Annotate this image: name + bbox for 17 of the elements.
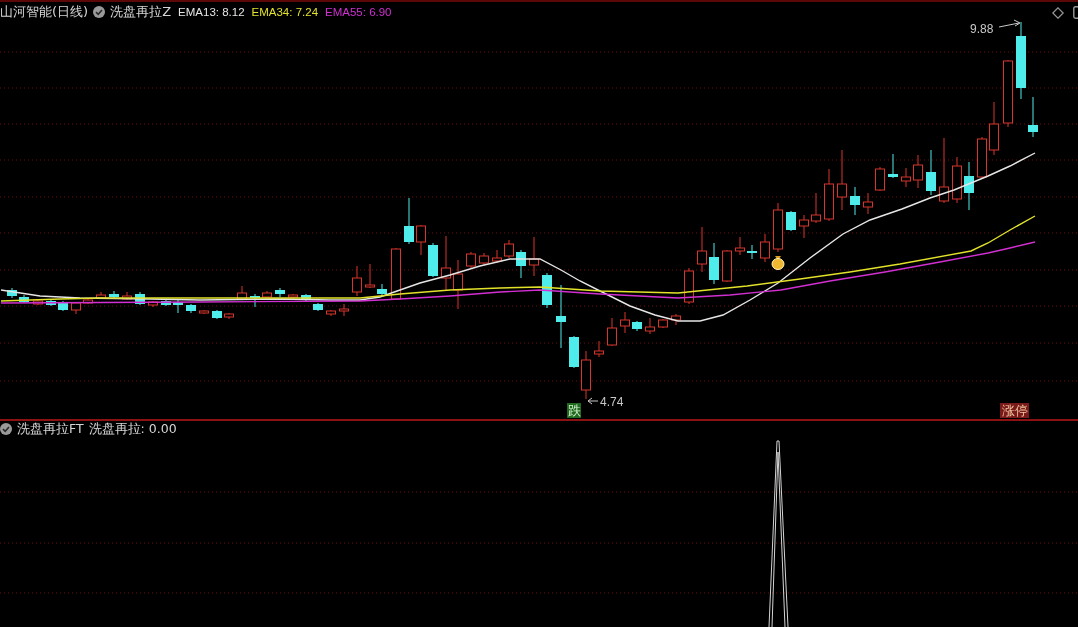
check-circle-icon[interactable] bbox=[93, 6, 106, 18]
indicator-reading: EMA55: 6.90 bbox=[325, 5, 392, 20]
diamond-icon[interactable] bbox=[1052, 6, 1064, 19]
fall-signal-badge: 跌 bbox=[567, 403, 581, 418]
indicator-name: 洗盘再拉FT bbox=[17, 420, 84, 438]
limit-up-badge: 涨停 bbox=[1000, 403, 1029, 418]
indicator-reading: 洗盘再拉: 0.00 bbox=[88, 420, 177, 438]
money-bag-icon bbox=[771, 256, 785, 270]
leader-arrow bbox=[587, 397, 599, 405]
indicator-name: 洗盘再拉Z bbox=[110, 3, 172, 21]
leader-arrow bbox=[998, 19, 1021, 28]
indicator-reading: EMA34: 7.24 bbox=[251, 5, 319, 20]
indicator-reading: EMA13: 8.12 bbox=[178, 5, 245, 20]
high-price-label: 9.88 bbox=[970, 22, 994, 36]
check-circle-icon[interactable] bbox=[0, 423, 12, 435]
low-price-label: 4.74 bbox=[600, 395, 624, 409]
stock-title: 山河智能(日线) bbox=[0, 3, 89, 21]
